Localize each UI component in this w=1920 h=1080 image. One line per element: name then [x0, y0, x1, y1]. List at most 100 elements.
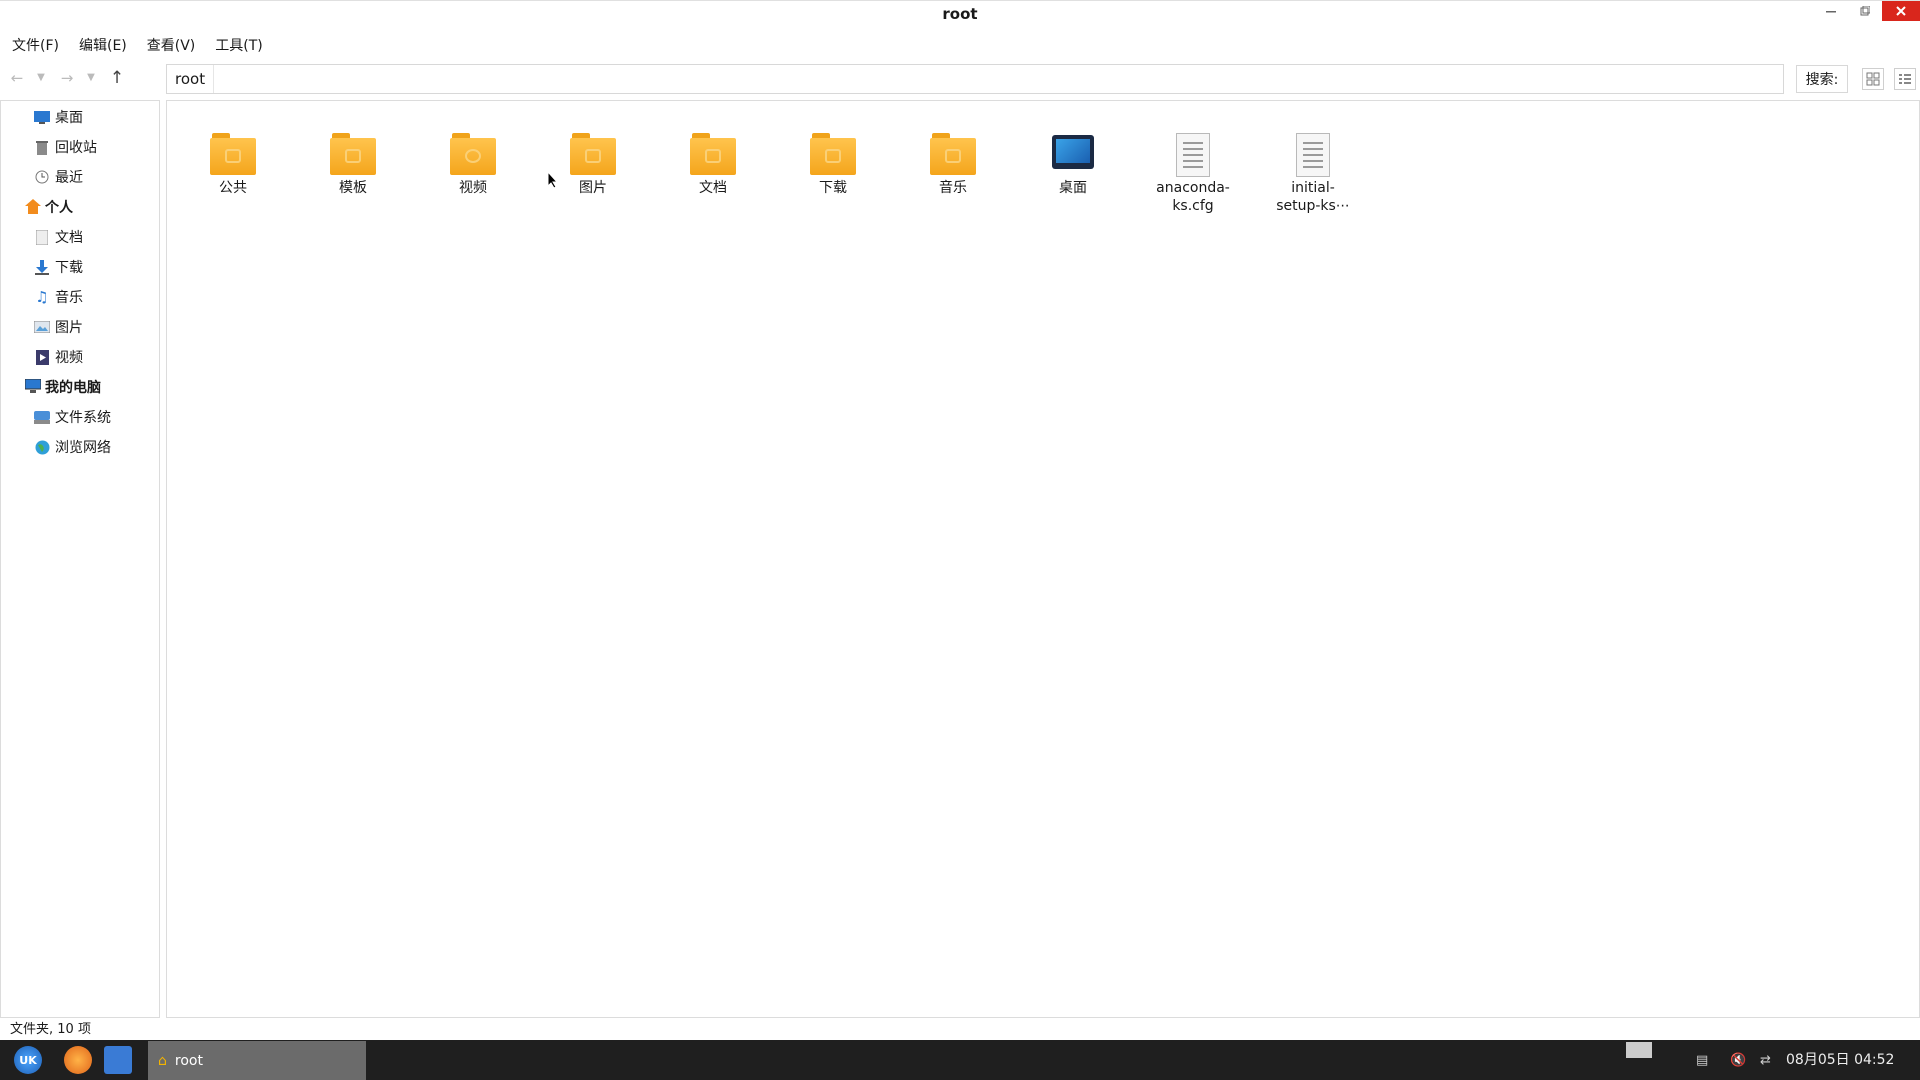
sidebar-item-pictures[interactable]: 图片 [33, 315, 83, 339]
sidebar-item-label: 浏览网络 [55, 440, 111, 456]
forward-history-button[interactable]: ▼ [80, 66, 102, 90]
home-icon: ⌂ [158, 1052, 167, 1069]
trash-icon [33, 139, 51, 155]
clock-icon [33, 169, 51, 185]
file-item[interactable]: initial- setup-ks⋯ [1265, 133, 1361, 215]
sidebar-header-computer[interactable]: 我的电脑 [24, 375, 101, 399]
home-icon [25, 199, 43, 215]
computer-icon [24, 378, 43, 395]
file-name: 下载 [819, 180, 847, 196]
file-name: 文档 [699, 180, 727, 196]
toolbar: ← ▼ → ▼ ↑ root 搜索: [0, 62, 1920, 96]
file-manager-launcher-icon[interactable] [104, 1046, 132, 1074]
menu-edit[interactable]: 编辑(E) [71, 35, 135, 55]
folder-documents-icon [690, 133, 736, 175]
keyboard-tray-icon[interactable]: ▤ [1696, 1040, 1708, 1080]
maximize-button[interactable] [1848, 1, 1882, 21]
address-bar[interactable]: root [166, 64, 1784, 94]
search-button[interactable]: 搜索: [1796, 65, 1848, 93]
sidebar-item-label: 图片 [55, 320, 83, 336]
sidebar-item-label: 桌面 [55, 110, 83, 126]
file-name: 模板 [339, 180, 367, 196]
tray-indicator[interactable] [1626, 1042, 1652, 1058]
video-icon [33, 349, 51, 365]
taskbar-window-root[interactable]: ⌂ root [148, 1041, 366, 1080]
sidebar-item-documents[interactable]: 文档 [33, 225, 83, 249]
folder-videos-icon [450, 133, 496, 175]
desktop-folder-icon [1050, 133, 1096, 175]
grid-view-icon [1866, 72, 1880, 86]
menu-view[interactable]: 查看(V) [139, 35, 204, 55]
file-item[interactable]: 文档 [665, 133, 761, 197]
chevron-down-icon: ▼ [87, 72, 95, 83]
music-icon: ♫ [35, 288, 49, 306]
file-name-line1: anaconda- [1156, 180, 1230, 196]
menu-file[interactable]: 文件(F) [4, 35, 67, 55]
sidebar-item-label: 文档 [55, 230, 83, 246]
sidebar-header-personal[interactable]: 个人 [25, 195, 73, 219]
file-name: 公共 [219, 180, 247, 196]
sidebar-item-downloads[interactable]: 下载 [33, 255, 83, 279]
file-name: 图片 [579, 180, 607, 196]
breadcrumb-root[interactable]: root [167, 65, 215, 93]
start-menu-button[interactable]: UK [14, 1046, 42, 1074]
sidebar-header-label: 我的电脑 [45, 380, 101, 396]
file-item[interactable]: 音乐 [905, 133, 1001, 197]
menu-bar: 文件(F) 编辑(E) 查看(V) 工具(T) [0, 30, 1920, 60]
list-view-icon [1899, 74, 1911, 84]
folder-templates-icon [330, 133, 376, 175]
sidebar-item-recent[interactable]: 最近 [33, 165, 83, 189]
globe-icon [33, 439, 51, 455]
list-view-button[interactable] [1894, 68, 1916, 90]
forward-button[interactable]: → [56, 66, 78, 90]
folder-pictures-icon [570, 133, 616, 175]
status-bar: 文件夹, 10 项 [10, 1022, 91, 1037]
file-item[interactable]: 下载 [785, 133, 881, 197]
icon-view-button[interactable] [1862, 68, 1884, 90]
desktop-icon [33, 109, 51, 125]
close-icon [1896, 6, 1906, 16]
sidebar-item-music[interactable]: ♫ 音乐 [33, 285, 83, 309]
sidebar-item-label: 音乐 [55, 290, 83, 306]
menu-tools[interactable]: 工具(T) [207, 35, 270, 55]
sidebar-item-label: 文件系统 [55, 410, 111, 426]
file-view: 公共 模板 视频 图片 文档 下载 音乐 桌面 anaconda- ks.cfg [166, 100, 1920, 1018]
sidebar-item-videos[interactable]: 视频 [33, 345, 83, 369]
minimize-icon [1826, 11, 1836, 13]
file-item[interactable]: 公共 [185, 133, 281, 197]
network-icon[interactable]: ⇄ [1760, 1040, 1771, 1080]
sidebar-item-desktop[interactable]: 桌面 [33, 105, 83, 129]
sidebar-item-label: 回收站 [55, 140, 97, 156]
sidebar-item-filesystem[interactable]: 文件系统 [33, 405, 111, 429]
sidebar-item-label: 下载 [55, 260, 83, 276]
file-name: 视频 [459, 180, 487, 196]
download-icon [33, 259, 51, 275]
minimize-button[interactable] [1814, 1, 1848, 21]
sidebar: 桌面 回收站 最近 个人 文档 下载 ♫ 音乐 图片 视频 我的电脑 文件系统 [0, 100, 160, 1018]
clock[interactable]: 08月05日 04:52 [1786, 1040, 1894, 1080]
up-arrow-icon: ↑ [109, 68, 125, 88]
back-history-button[interactable]: ▼ [30, 66, 52, 90]
file-name-line1: initial- [1291, 180, 1335, 196]
chevron-down-icon: ▼ [37, 72, 45, 83]
file-item[interactable]: anaconda- ks.cfg [1145, 133, 1241, 215]
text-file-icon [1290, 133, 1336, 177]
volume-muted-icon[interactable]: 🔇 [1730, 1040, 1746, 1080]
close-button[interactable] [1882, 1, 1920, 21]
back-button[interactable]: ← [6, 66, 28, 90]
file-item[interactable]: 桌面 [1025, 133, 1121, 197]
sidebar-item-trash[interactable]: 回收站 [33, 135, 97, 159]
window-title: root [942, 5, 978, 23]
file-item[interactable]: 模板 [305, 133, 401, 197]
text-file-icon [1170, 133, 1216, 177]
taskbar: UK ⌂ root ▤ 🔇 ⇄ 08月05日 04:52 [0, 1040, 1920, 1080]
file-item[interactable]: 视频 [425, 133, 521, 197]
file-item[interactable]: 图片 [545, 133, 641, 197]
file-name: 桌面 [1059, 180, 1087, 196]
up-button[interactable]: ↑ [106, 66, 128, 90]
sidebar-item-label: 最近 [55, 170, 83, 186]
taskbar-window-label: root [174, 1052, 203, 1069]
sidebar-item-network[interactable]: 浏览网络 [33, 435, 111, 459]
browser-launcher-icon[interactable] [64, 1046, 92, 1074]
document-icon [33, 229, 51, 245]
